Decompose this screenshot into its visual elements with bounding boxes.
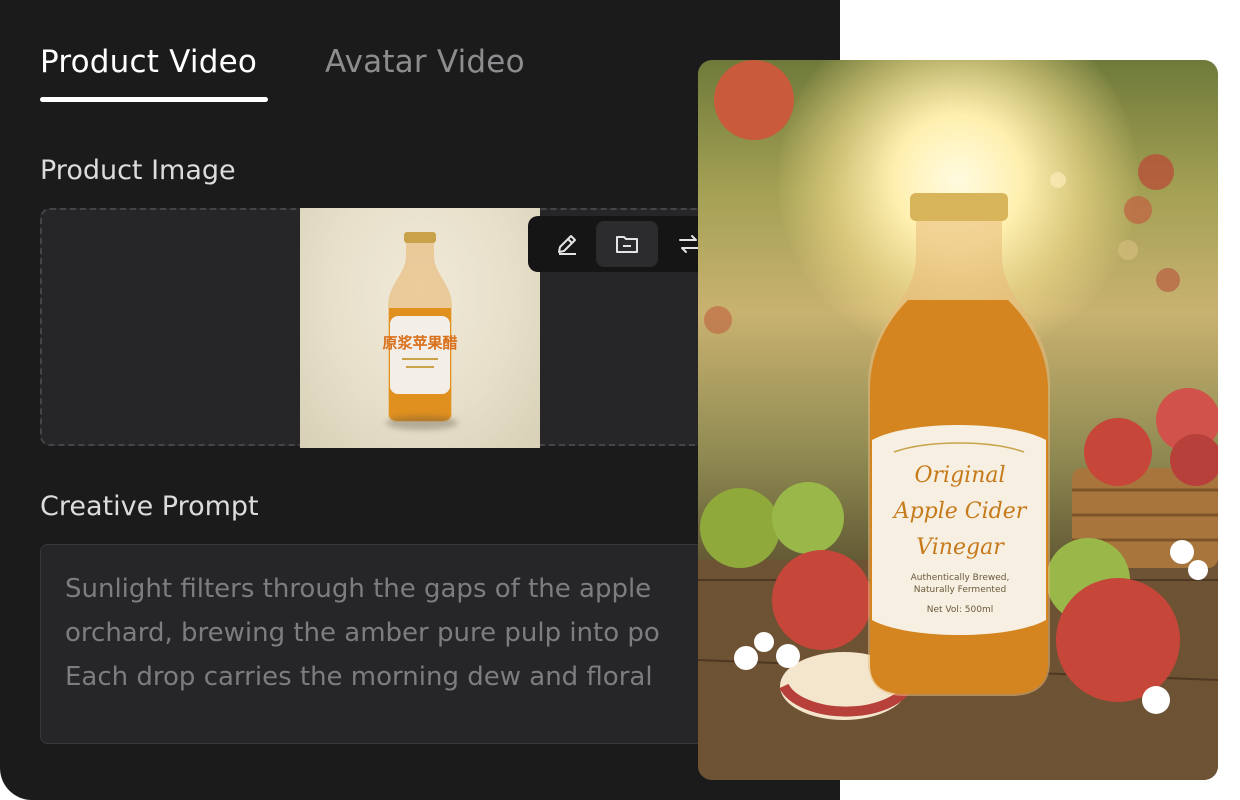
preview-label-volume: Net Vol: 500ml <box>927 605 993 615</box>
tab-product-video[interactable]: Product Video <box>40 44 257 80</box>
product-image-thumbnail[interactable]: 原浆苹果醋 <box>300 208 540 448</box>
creative-prompt-textarea[interactable]: Sunlight filters through the gaps of the… <box>40 544 760 744</box>
product-image-label: Product Image <box>40 155 236 186</box>
thumbnail-label-text: 原浆苹果醋 <box>382 334 457 352</box>
edit-pencil-icon <box>558 235 576 255</box>
preview-label-line1: Original <box>914 463 1005 488</box>
generated-preview-image: Original Apple Cider Vinegar Authentical… <box>698 60 1218 780</box>
preview-label-line2: Apple Cider <box>892 499 1028 524</box>
folder-button[interactable] <box>596 221 658 267</box>
prompt-text: Sunlight filters through the gaps of the… <box>65 574 660 692</box>
preview-label-sub2: Naturally Fermented <box>914 585 1006 595</box>
preview-scene: Original Apple Cider Vinegar Authentical… <box>698 60 1218 780</box>
bottle-shadow <box>386 416 458 430</box>
folder-minus-icon <box>616 236 638 253</box>
preview-label-sub1: Authentically Brewed, <box>911 573 1010 583</box>
tab-avatar-video[interactable]: Avatar Video <box>325 44 525 80</box>
preview-label-line3: Vinegar <box>916 535 1005 560</box>
edit-button[interactable] <box>536 221 598 267</box>
creative-prompt-label: Creative Prompt <box>40 491 259 522</box>
active-tab-indicator <box>40 97 268 102</box>
bottle-illustration: 原浆苹果醋 <box>382 232 458 422</box>
